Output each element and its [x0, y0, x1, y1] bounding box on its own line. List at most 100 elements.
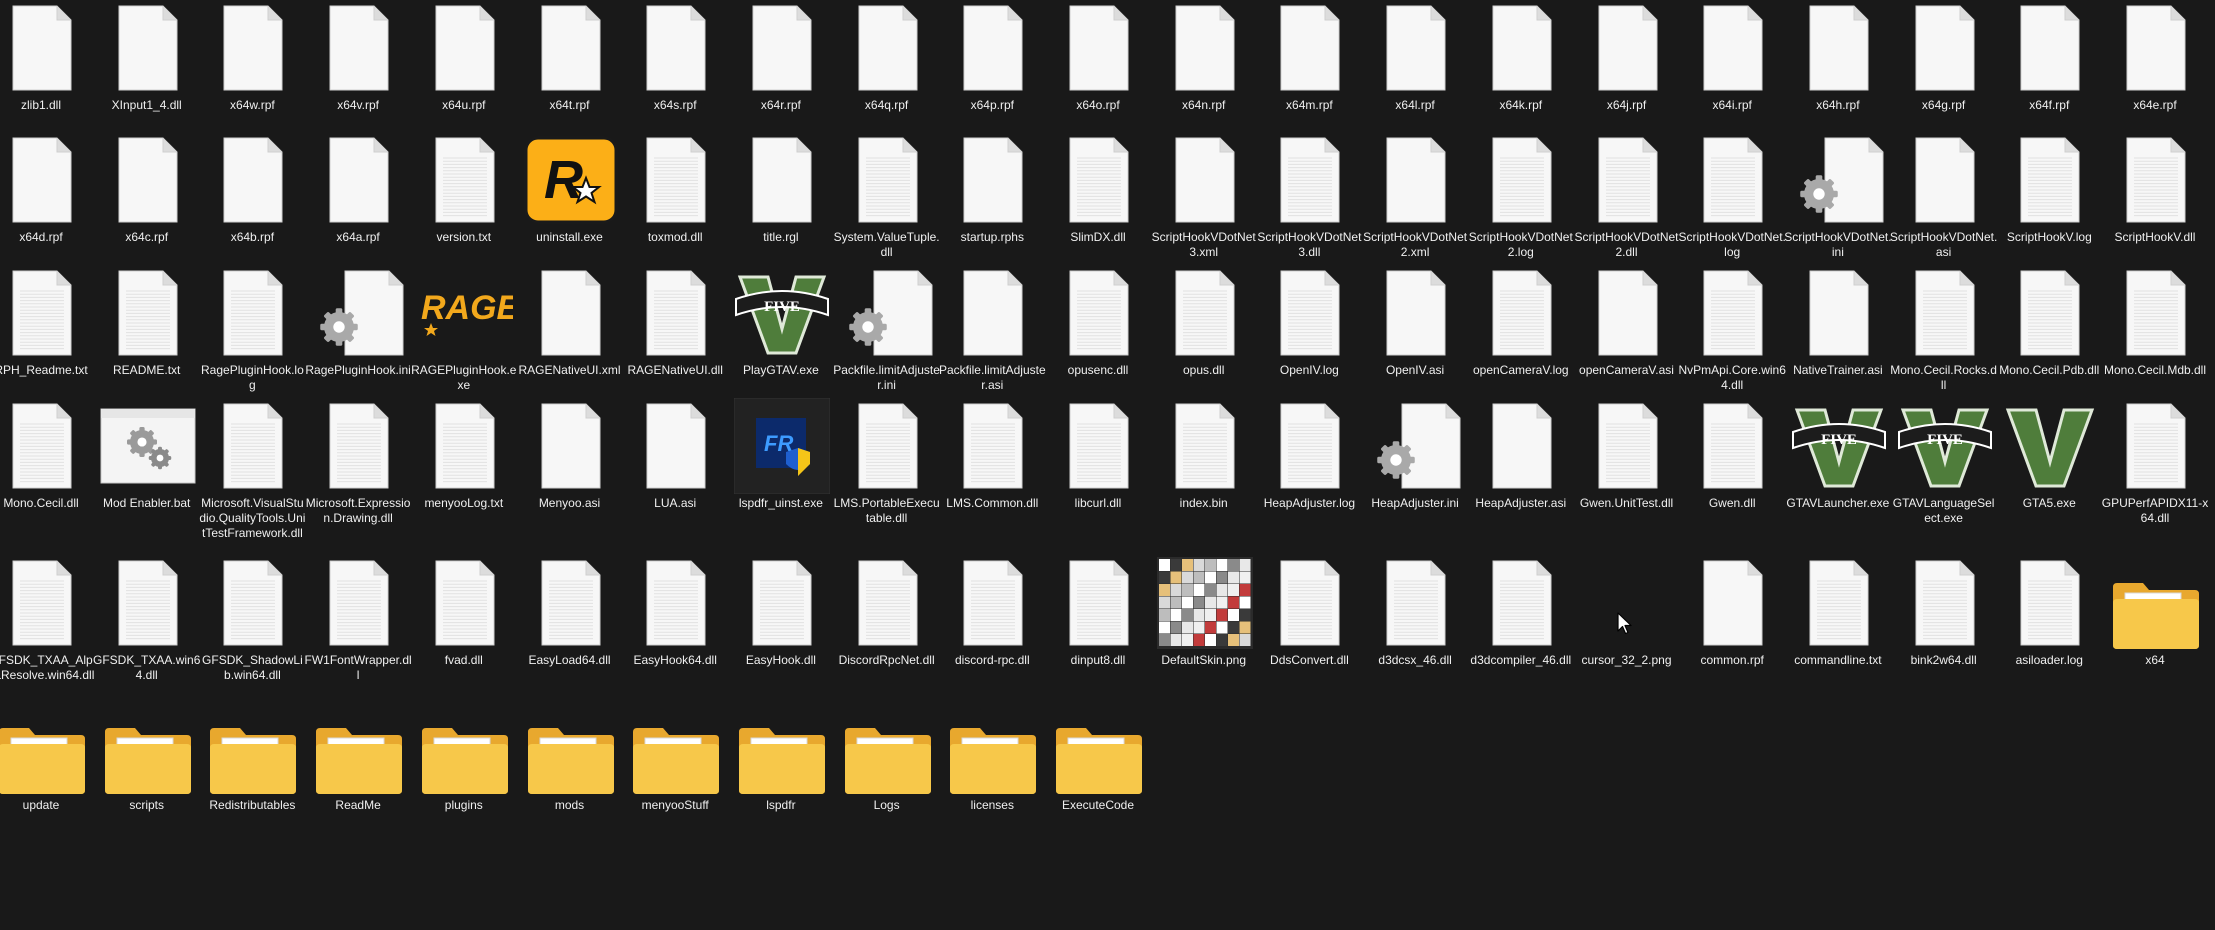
file-item[interactable]: NvPmApi.Core.win64.dll: [1679, 265, 1786, 411]
file-item[interactable]: Microsoft.Expression.Drawing.dll: [306, 398, 411, 544]
file-item[interactable]: discord-rpc.dll: [941, 555, 1045, 701]
file-item[interactable]: x64l.rpf: [1364, 0, 1468, 146]
file-item[interactable]: zlib1.dll: [0, 0, 94, 146]
file-item[interactable]: version.txt: [413, 132, 517, 278]
file-item[interactable]: title.rgl: [730, 132, 834, 278]
file-item[interactable]: RAGENativeUI.dll: [624, 265, 728, 411]
file-item[interactable]: ScriptHookVDotNet3.xml: [1152, 132, 1257, 278]
folder-item[interactable]: plugins: [413, 700, 517, 846]
folder-item[interactable]: Redistributables: [201, 700, 305, 846]
file-item[interactable]: EasyHook.dll: [730, 555, 834, 701]
file-item[interactable]: Menyoo.asi: [519, 398, 623, 544]
file-item[interactable]: x64d.rpf: [0, 132, 94, 278]
file-item[interactable]: ScriptHookVDotNet.ini: [1784, 132, 1892, 278]
file-item[interactable]: LMS.Common.dll: [941, 398, 1045, 544]
file-item[interactable]: XInput1_4.dll: [96, 0, 200, 146]
file-item[interactable]: x64q.rpf: [836, 0, 940, 146]
file-item[interactable]: opus.dll: [1153, 265, 1257, 411]
file-item[interactable]: x64k.rpf: [1470, 0, 1574, 146]
file-item[interactable]: fvad.dll: [413, 555, 517, 701]
file-item[interactable]: LUA.asi: [624, 398, 728, 544]
file-item[interactable]: x64f.rpf: [1998, 0, 2102, 146]
folder-item[interactable]: mods: [519, 700, 623, 846]
file-item[interactable]: RPH_Readme.txt: [0, 265, 94, 411]
file-item[interactable]: Mod Enabler.bat: [96, 398, 200, 544]
file-item[interactable]: ScriptHookVDotNet2.log: [1469, 132, 1574, 278]
file-item[interactable]: openCameraV.log: [1470, 265, 1574, 411]
file-item[interactable]: x64p.rpf: [941, 0, 1045, 146]
file-item[interactable]: GFSDK_TXAA_AlphaResolve.win64.dll: [0, 555, 94, 701]
folder-item[interactable]: lspdfr: [730, 700, 834, 846]
file-item[interactable]: Mono.Cecil.Rocks.dll: [1890, 265, 1997, 411]
file-item[interactable]: menyooLog.txt: [413, 398, 517, 544]
file-item[interactable]: HeapAdjuster.log: [1258, 398, 1362, 544]
file-item[interactable]: x64e.rpf: [2104, 0, 2208, 146]
file-item[interactable]: x64w.rpf: [201, 0, 305, 146]
folder-item[interactable]: x64: [2104, 555, 2208, 701]
folder-item[interactable]: ExecuteCode: [1047, 700, 1151, 846]
file-item[interactable]: RagePluginHook.ini: [305, 265, 411, 411]
file-item[interactable]: NativeTrainer.asi: [1787, 265, 1891, 411]
file-item[interactable]: README.txt: [96, 265, 200, 411]
file-item[interactable]: GPUPerfAPIDX11-x64.dll: [2102, 398, 2208, 544]
file-item[interactable]: x64m.rpf: [1258, 0, 1362, 146]
file-item[interactable]: SlimDX.dll: [1047, 132, 1151, 278]
file-item[interactable]: Mono.Cecil.Pdb.dll: [1998, 265, 2102, 411]
file-item[interactable]: System.ValueTuple.dll: [834, 132, 940, 278]
file-item[interactable]: RAGENativeUI.xml: [518, 265, 623, 411]
file-item[interactable]: Mono.Cecil.dll: [0, 398, 94, 544]
file-item[interactable]: ScriptHookV.log: [1998, 132, 2102, 278]
folder-item[interactable]: scripts: [96, 700, 200, 846]
file-item[interactable]: DdsConvert.dll: [1258, 555, 1362, 701]
file-item[interactable]: GFSDK_ShadowLib.win64.dll: [201, 555, 305, 701]
file-item[interactable]: startup.rphs: [941, 132, 1045, 278]
file-item[interactable]: ScriptHookV.dll: [2104, 132, 2208, 278]
file-item[interactable]: GTA5.exe: [1998, 398, 2102, 544]
file-item[interactable]: x64b.rpf: [201, 132, 305, 278]
file-item[interactable]: ScriptHookVDotNet3.dll: [1257, 132, 1362, 278]
file-item[interactable]: d3dcompiler_46.dll: [1470, 555, 1574, 701]
file-item[interactable]: libcurl.dll: [1047, 398, 1151, 544]
file-item[interactable]: x64j.rpf: [1576, 0, 1680, 146]
file-item[interactable]: x64r.rpf: [730, 0, 834, 146]
file-item[interactable]: opusenc.dll: [1047, 265, 1151, 411]
file-item[interactable]: EasyHook64.dll: [624, 555, 728, 701]
file-item[interactable]: HeapAdjuster.ini: [1364, 398, 1468, 544]
file-item[interactable]: FW1FontWrapper.dll: [305, 555, 412, 701]
folder-item[interactable]: update: [0, 700, 94, 846]
file-item[interactable]: x64t.rpf: [519, 0, 623, 146]
file-item[interactable]: x64i.rpf: [1681, 0, 1785, 146]
file-item[interactable]: common.rpf: [1681, 555, 1785, 701]
folder-item[interactable]: ReadMe: [307, 700, 411, 846]
folder-item[interactable]: Logs: [836, 700, 940, 846]
file-item[interactable]: R uninstall.exe: [519, 132, 623, 278]
folder-item[interactable]: menyooStuff: [624, 700, 728, 846]
file-item[interactable]: Gwen.dll: [1681, 398, 1785, 544]
file-item[interactable]: toxmod.dll: [624, 132, 728, 278]
file-item[interactable]: EasyLoad64.dll: [519, 555, 623, 701]
file-item[interactable]: x64n.rpf: [1153, 0, 1257, 146]
file-item[interactable]: x64u.rpf: [413, 0, 517, 146]
file-item[interactable]: FR lspdfr_uinst.exe: [730, 398, 834, 544]
file-item[interactable]: DefaultSkin.png: [1153, 555, 1257, 701]
file-item[interactable]: bink2w64.dll: [1893, 555, 1997, 701]
file-item[interactable]: Gwen.UnitTest.dll: [1576, 398, 1680, 544]
file-item[interactable]: OpenIV.asi: [1364, 265, 1468, 411]
folder-item[interactable]: licenses: [941, 700, 1045, 846]
file-item[interactable]: HeapAdjuster.asi: [1470, 398, 1574, 544]
file-item[interactable]: GFSDK_TXAA.win64.dll: [93, 555, 200, 701]
file-item[interactable]: x64v.rpf: [307, 0, 411, 146]
file-item[interactable]: Mono.Cecil.Mdb.dll: [2104, 265, 2208, 411]
file-item[interactable]: index.bin: [1153, 398, 1257, 544]
file-item[interactable]: Packfile.limitAdjuster.asi: [939, 265, 1046, 411]
file-item[interactable]: x64c.rpf: [96, 132, 200, 278]
file-item[interactable]: x64g.rpf: [1893, 0, 1997, 146]
file-item[interactable]: ScriptHookVDotNet.asi: [1890, 132, 1997, 278]
file-item[interactable]: x64o.rpf: [1047, 0, 1151, 146]
file-item[interactable]: FIVE GTAVLanguageSelect.exe: [1893, 398, 1997, 544]
file-item[interactable]: asiloader.log: [1998, 555, 2102, 701]
file-item[interactable]: x64s.rpf: [624, 0, 728, 146]
file-item[interactable]: commandline.txt: [1787, 555, 1891, 701]
file-item[interactable]: Microsoft.VisualStudio.QualityTools.Unit…: [199, 398, 305, 544]
file-item[interactable]: OpenIV.log: [1258, 265, 1362, 411]
